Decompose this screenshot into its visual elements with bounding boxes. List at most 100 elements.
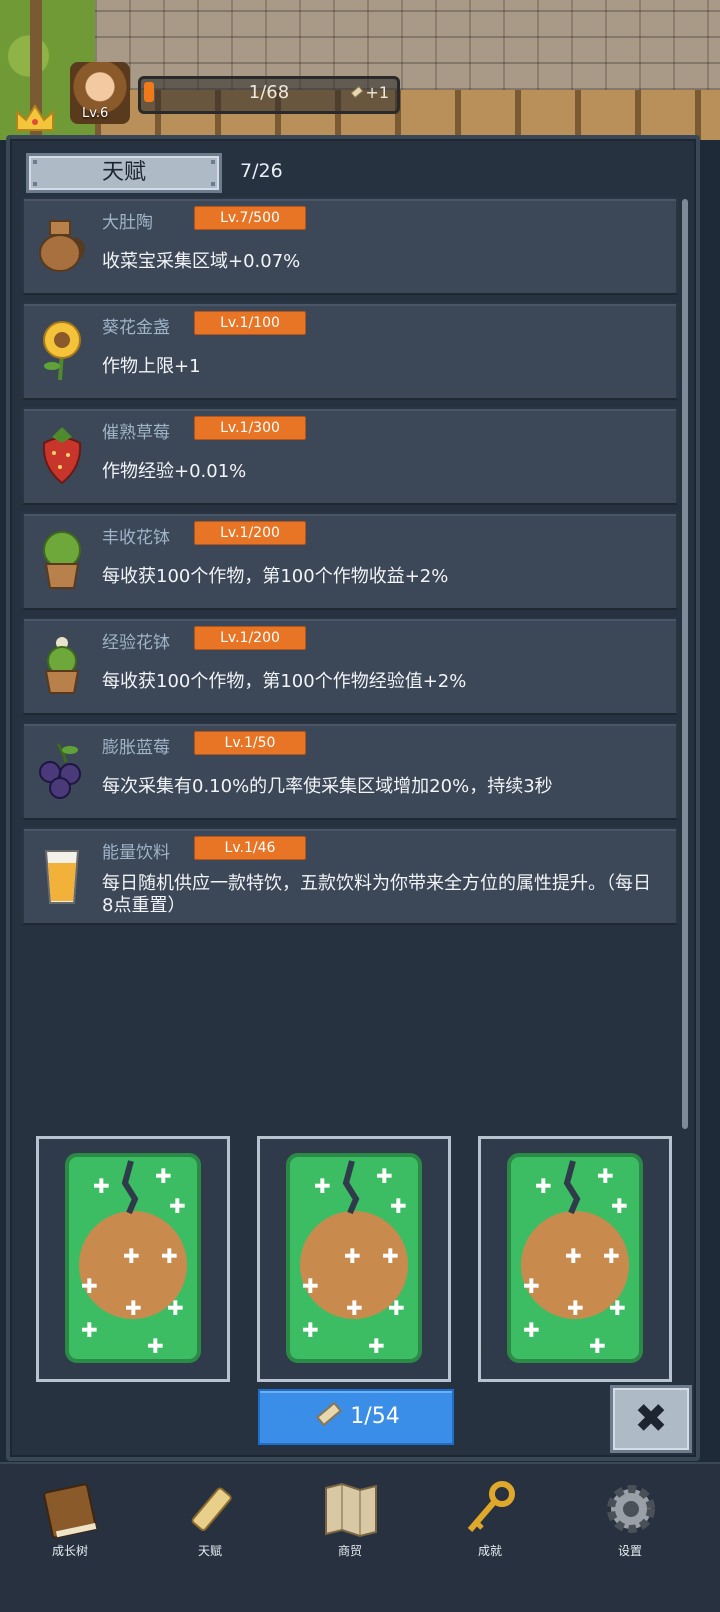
svg-text:✚: ✚ [535, 1174, 552, 1198]
draw-count: 1/54 [350, 1404, 400, 1429]
rivet [211, 160, 215, 164]
talent-card[interactable]: 丰收花钵 Lv.1/200 每收获100个作物，第100个作物收益+2% [22, 512, 678, 610]
flowerpot-exp-icon [44, 637, 80, 694]
tab-talent[interactable]: 天赋 [26, 153, 222, 193]
nav-label: 天赋 [197, 1544, 222, 1558]
svg-text:✚: ✚ [169, 1194, 186, 1218]
svg-text:✚: ✚ [597, 1164, 614, 1188]
crown-icon [16, 104, 54, 131]
key-icon [467, 1481, 515, 1532]
talent-list-scrollbar[interactable] [682, 199, 688, 1129]
svg-text:✚: ✚ [523, 1274, 540, 1298]
rivet [33, 160, 37, 164]
scroll-icon [191, 1487, 232, 1532]
svg-text:✚: ✚ [344, 1244, 361, 1268]
svg-text:✚: ✚ [611, 1194, 628, 1218]
book-icon [43, 1483, 97, 1539]
talent-card[interactable]: 葵花金盏 Lv.1/100 作物上限+1 [22, 302, 678, 400]
talent-card[interactable]: 经验花钵 Lv.1/200 每收获100个作物，第100个作物经验值+2% [22, 617, 678, 715]
card-slot[interactable]: ✚ ✚ ✚ ✚ ✚ ✚ ✚ ✚ ✚ ✚ [478, 1136, 672, 1382]
talent-card-back-icon: ✚ ✚✚✚ ✚✚✚ ✚✚✚ [65, 1153, 201, 1363]
svg-text:✚: ✚ [302, 1318, 319, 1342]
svg-text:✚: ✚ [147, 1334, 164, 1358]
svg-text:✚: ✚ [314, 1174, 331, 1198]
talent-card[interactable]: 催熟草莓 Lv.1/300 作物经验+0.01% [22, 407, 678, 505]
talent-level-badge: Lv.1/300 [194, 416, 306, 440]
player-level: Lv.6 [82, 106, 109, 121]
talent-card-slots: ✚ ✚ ✚ ✚ ✚ ✚ ✚ ✚ ✚ ✚ ✚ ✚ ✚ ✚ ✚ ✚ ✚ ✚ ✚ ✚ ✚ ✚ ✚ ✚ ✚ ✚ ✚ ✚ ✚ ✚ [36, 1136, 676, 1382]
talent-desc: 每次采集有0.10%的几率使采集区域增加20%，持续3秒 [102, 776, 553, 797]
talent-desc: 每日随机供应一款特饮，五款饮料为你带来全方位的属性提升。（每日8点重置） [102, 873, 651, 916]
scroll-icon [350, 85, 364, 99]
scroll-icon [316, 1401, 343, 1427]
card-slot[interactable]: ✚ ✚ ✚ ✚ ✚ ✚ ✚ ✚ ✚ ✚ [257, 1136, 451, 1382]
draw-talent-button[interactable]: 1/54 [258, 1389, 454, 1445]
jar-icon [39, 220, 85, 272]
svg-text:✚: ✚ [567, 1296, 584, 1320]
talent-card-back-icon: ✚ ✚✚✚ ✚✚✚ ✚✚✚ [286, 1153, 422, 1363]
drink-icon [44, 850, 80, 904]
talent-level-badge: Lv.1/100 [194, 311, 306, 335]
talent-name: 催熟草莓 [102, 423, 170, 443]
nav-item-growth-tree[interactable]: 成长树 [10, 1470, 130, 1600]
talent-desc: 作物经验+0.01% [102, 461, 247, 482]
talent-name: 能量饮料 [102, 843, 170, 863]
rivet [33, 182, 37, 186]
svg-text:✚: ✚ [161, 1244, 178, 1268]
gear-icon [607, 1485, 655, 1533]
close-icon: ✖ [634, 1396, 668, 1442]
talent-card[interactable]: 膨胀蓝莓 Lv.1/50 每次采集有0.10%的几率使采集区域增加20%，持续3… [22, 722, 678, 820]
svg-text:✚: ✚ [81, 1318, 98, 1342]
talent-name: 葵花金盏 [102, 318, 170, 338]
svg-text:✚: ✚ [155, 1164, 172, 1188]
bottom-nav: 成长树 天赋 商贸 成就 设置 [0, 1462, 720, 1612]
svg-text:✚: ✚ [390, 1194, 407, 1218]
talent-level-badge: Lv.7/500 [194, 206, 306, 230]
flowerpot-icon [43, 531, 81, 589]
talent-card[interactable]: 大肚陶 Lv.7/500 收菜宝采集区域+0.07% [22, 197, 678, 295]
nav-item-achievement[interactable]: 成就 [430, 1470, 550, 1600]
sunflower-icon [43, 321, 81, 381]
talent-card[interactable]: 能量饮料 Lv.1/46 每日随机供应一款特饮，五款饮料为你带来全方位的属性提升… [22, 827, 678, 925]
talent-level-badge: Lv.1/200 [194, 626, 306, 650]
svg-text:✚: ✚ [167, 1296, 184, 1320]
svg-text:✚: ✚ [609, 1296, 626, 1320]
svg-text:✚: ✚ [125, 1296, 142, 1320]
map-icon [325, 1482, 377, 1538]
nav-label: 设置 [617, 1544, 642, 1558]
svg-text:✚: ✚ [123, 1244, 140, 1268]
blueberry-icon [39, 743, 81, 799]
talent-name: 丰收花钵 [102, 528, 170, 548]
talent-level-badge: Lv.1/200 [194, 521, 306, 545]
nav-label: 成长树 [51, 1544, 88, 1558]
nav-item-settings[interactable]: 设置 [570, 1470, 690, 1600]
svg-text:✚: ✚ [523, 1318, 540, 1342]
talent-desc: 每收获100个作物，第100个作物经验值+2% [102, 671, 467, 692]
talent-count: 7/26 [240, 160, 283, 182]
talent-desc: 作物上限+1 [102, 356, 201, 377]
svg-text:✚: ✚ [368, 1334, 385, 1358]
talent-name: 经验花钵 [102, 633, 170, 653]
talent-desc: 每收获100个作物，第100个作物收益+2% [102, 566, 449, 587]
svg-text:✚: ✚ [603, 1244, 620, 1268]
nav-item-talent[interactable]: 天赋 [150, 1470, 270, 1600]
rivet [211, 182, 215, 186]
xp-bonus-value: +1 [365, 83, 389, 102]
nav-label: 成就 [477, 1544, 502, 1558]
nav-item-trade[interactable]: 商贸 [290, 1470, 410, 1600]
nav-label: 商贸 [337, 1544, 362, 1558]
svg-text:✚: ✚ [302, 1274, 319, 1298]
close-button[interactable]: ✖ [610, 1385, 692, 1453]
svg-text:✚: ✚ [382, 1244, 399, 1268]
xp-bonus: +1 [349, 83, 389, 102]
talent-desc: 收菜宝采集区域+0.07% [102, 251, 301, 272]
svg-text:✚: ✚ [93, 1174, 110, 1198]
svg-text:✚: ✚ [81, 1274, 98, 1298]
talent-name: 大肚陶 [102, 213, 153, 233]
talent-card-back-icon: ✚ ✚✚✚ ✚✚✚ ✚✚✚ [507, 1153, 643, 1363]
card-slot[interactable]: ✚ ✚ ✚ ✚ ✚ ✚ ✚ ✚ ✚ ✚ [36, 1136, 230, 1382]
talent-level-badge: Lv.1/46 [194, 836, 306, 860]
svg-text:✚: ✚ [589, 1334, 606, 1358]
talent-name: 膨胀蓝莓 [102, 738, 170, 758]
svg-text:✚: ✚ [346, 1296, 363, 1320]
